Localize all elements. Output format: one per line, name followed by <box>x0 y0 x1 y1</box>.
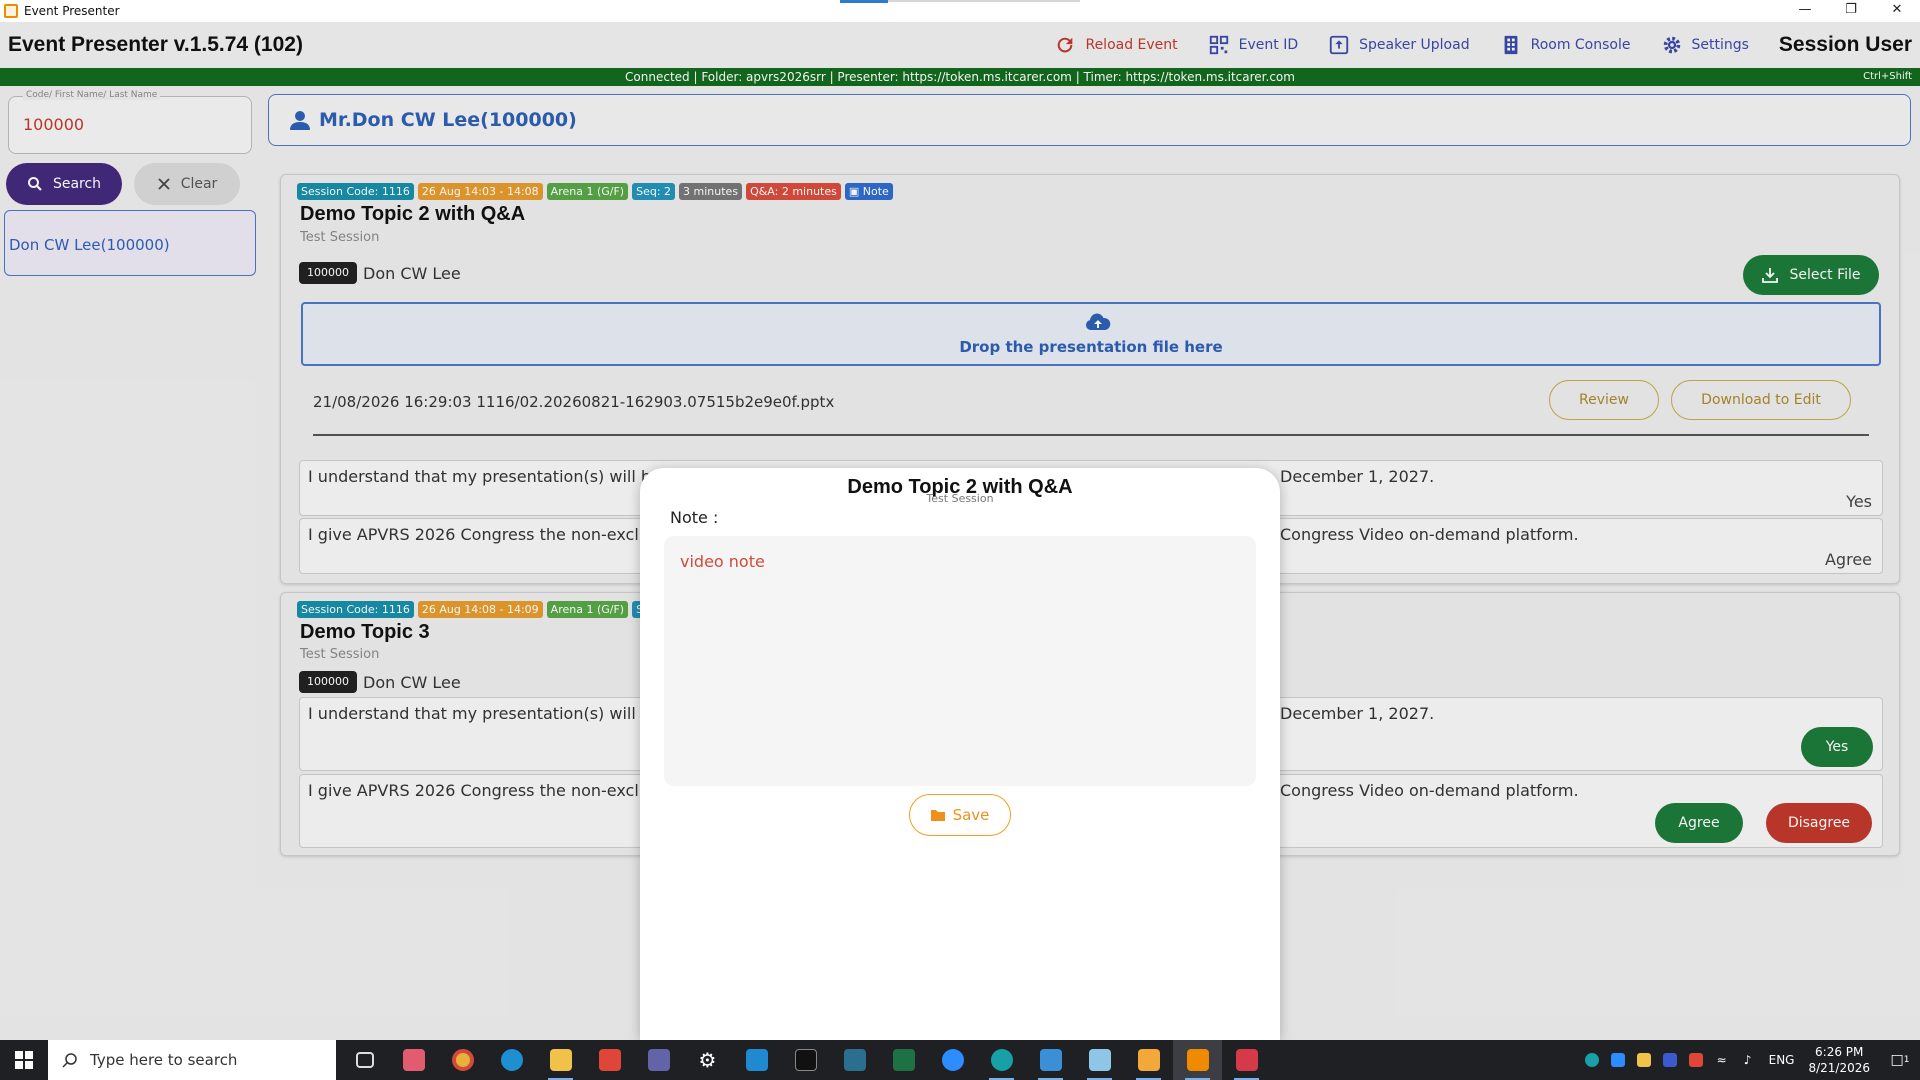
security-shield-icon[interactable] <box>1631 1040 1657 1080</box>
tray-app-icon[interactable] <box>1683 1040 1709 1080</box>
package-icon[interactable] <box>1124 1040 1173 1080</box>
anydesk-icon[interactable] <box>585 1040 634 1080</box>
vscode-icon[interactable] <box>732 1040 781 1080</box>
input-language[interactable]: ENG <box>1769 1053 1795 1067</box>
powershell-icon[interactable] <box>830 1040 879 1080</box>
presenter-tool-icon[interactable] <box>1222 1040 1271 1080</box>
modal-subtitle: Test Session <box>926 492 994 505</box>
search-icon <box>62 1053 77 1068</box>
app-launcher-icon[interactable] <box>389 1040 438 1080</box>
event-presenter-taskbar-icon[interactable] <box>1173 1040 1222 1080</box>
tray-app-icon[interactable] <box>1605 1040 1631 1080</box>
note-label: Note : <box>670 508 719 527</box>
titlebar-tab-strip <box>888 0 1080 2</box>
save-button[interactable]: Save <box>909 794 1011 836</box>
zoom-icon[interactable] <box>928 1040 977 1080</box>
restore-icon[interactable]: ❐ <box>1828 0 1874 22</box>
tray-app-icon[interactable] <box>1579 1040 1605 1080</box>
close-icon[interactable]: ✕ <box>1874 0 1920 22</box>
task-view-icon[interactable] <box>340 1040 389 1080</box>
app-icon <box>4 4 18 18</box>
clock-date: 8/21/2026 <box>1808 1061 1870 1075</box>
clock[interactable]: 6:26 PM 8/21/2026 <box>1808 1044 1870 1076</box>
volume-muted-icon[interactable]: ♪ <box>1735 1040 1761 1080</box>
excel-icon[interactable] <box>879 1040 928 1080</box>
remote-desktop-icon[interactable] <box>1026 1040 1075 1080</box>
clock-time: 6:26 PM <box>1815 1045 1864 1059</box>
teams-icon[interactable] <box>634 1040 683 1080</box>
folder-icon <box>930 810 945 821</box>
taskbar-search-box[interactable]: Type here to search <box>48 1040 336 1080</box>
taskbar-apps: ⚙ <box>340 1040 1271 1080</box>
notification-icon[interactable]: □ 1 <box>1880 1040 1920 1080</box>
window-titlebar: Event Presenter — ❐ ✕ <box>0 0 1920 22</box>
wifi-icon[interactable]: ≈ <box>1709 1040 1735 1080</box>
tray-app-icon[interactable] <box>1657 1040 1683 1080</box>
app-running-icon[interactable] <box>977 1040 1026 1080</box>
titlebar-accent <box>840 0 888 3</box>
taskbar-search-placeholder: Type here to search <box>90 1051 238 1069</box>
minimize-icon[interactable]: — <box>1782 0 1828 22</box>
note-textarea[interactable]: video note <box>664 536 1256 786</box>
terminal-icon[interactable] <box>781 1040 830 1080</box>
edge-icon[interactable] <box>487 1040 536 1080</box>
notes-icon[interactable] <box>1075 1040 1124 1080</box>
file-explorer-icon[interactable] <box>536 1040 585 1080</box>
window-controls: — ❐ ✕ <box>1782 0 1920 22</box>
windows-taskbar: Type here to search ⚙ ≈ ♪ ENG 6:26 PM 8/ <box>0 1040 1920 1080</box>
windows-logo-icon <box>15 1051 33 1069</box>
notification-count: 1 <box>1903 1055 1910 1065</box>
window-title: Event Presenter <box>24 4 120 18</box>
settings-app-icon[interactable]: ⚙ <box>683 1040 732 1080</box>
system-tray: ≈ ♪ ENG 6:26 PM 8/21/2026 □ 1 <box>1579 1040 1920 1080</box>
note-modal: Demo Topic 2 with Q&A Test Session Note … <box>640 468 1280 1040</box>
save-button-label: Save <box>952 806 990 824</box>
start-button[interactable] <box>0 1040 48 1080</box>
chrome-icon[interactable] <box>438 1040 487 1080</box>
